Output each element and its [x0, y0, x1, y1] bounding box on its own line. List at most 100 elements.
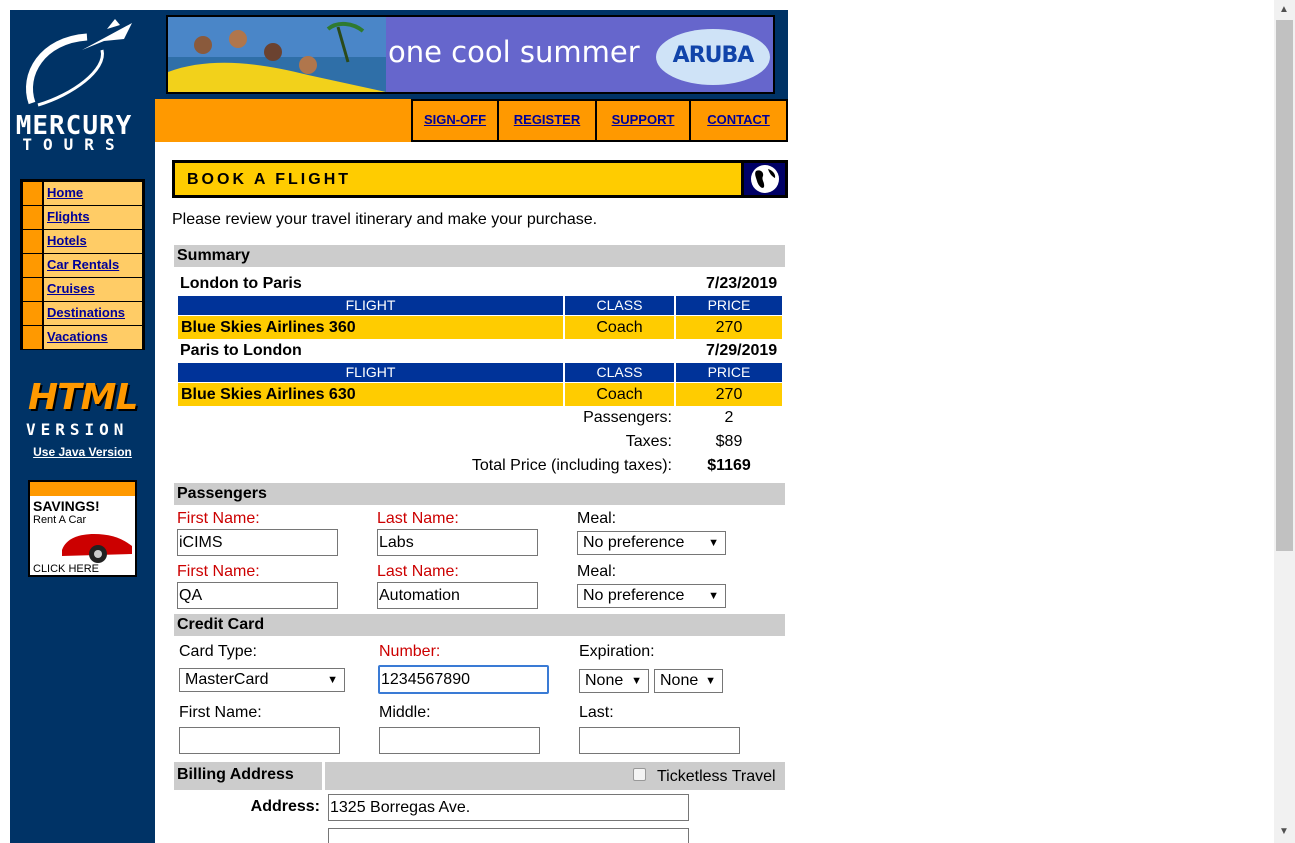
register-link[interactable]: REGISTER [499, 101, 595, 139]
pass2-last-name-label: Last Name: [377, 563, 459, 580]
total-price-label: Total Price (including taxes): [471, 457, 672, 474]
passengers-count-value: 2 [724, 409, 734, 426]
rent-a-car-ad[interactable]: SAVINGS! Rent A Car CLICK HERE [28, 480, 137, 577]
leg2-price: 270 [676, 383, 782, 406]
sidebar-link-hotels[interactable]: Hotels [47, 233, 87, 248]
sidebar-link-home[interactable]: Home [47, 185, 83, 200]
pass2-meal-value: No preference [583, 587, 685, 604]
exp-year-select[interactable]: None ▼ [654, 669, 723, 693]
pass2-first-name-label: First Name: [177, 563, 260, 580]
credit-card-heading: Credit Card [177, 616, 265, 633]
address-line2-input[interactable] [328, 828, 689, 843]
beach-photo-icon [168, 17, 386, 92]
sidebar-nav: Home Flights Hotels Car Rentals Cruises … [20, 179, 145, 350]
taxes-label: Taxes: [625, 433, 672, 450]
plane-swoosh-icon [25, 19, 132, 107]
sidebar-item-cruises: Cruises [23, 278, 142, 301]
sidebar-link-car-rentals[interactable]: Car Rentals [47, 257, 119, 272]
register-button: REGISTER [497, 99, 597, 142]
leg2-flight: Blue Skies Airlines 630 [178, 383, 563, 406]
leg2-class: Coach [565, 383, 674, 406]
card-type-value: MasterCard [185, 671, 269, 688]
cc-first-name-input[interactable] [179, 727, 340, 754]
chevron-down-icon: ▼ [327, 674, 338, 686]
car-icon [62, 534, 132, 563]
exp-month-select[interactable]: None ▼ [579, 669, 649, 693]
signoff-button: SIGN-OFF [411, 99, 499, 142]
html-version-title: HTML [28, 377, 138, 418]
chevron-down-icon: ▼ [708, 590, 719, 602]
pass1-first-name-label: First Name: [177, 510, 260, 527]
sidebar-item-hotels: Hotels [23, 230, 142, 253]
contact-link[interactable]: CONTACT [691, 101, 786, 139]
aruba-logo: ARUBA [656, 29, 770, 85]
use-java-version-link[interactable]: Use Java Version [20, 445, 145, 459]
sidebar-link-cruises[interactable]: Cruises [47, 281, 95, 296]
card-number-input[interactable]: 1234567890 [378, 665, 549, 694]
chevron-down-icon: ▼ [631, 675, 642, 687]
cc-middle-name-input[interactable] [379, 727, 540, 754]
sidebar-link-flights[interactable]: Flights [47, 209, 90, 224]
sidebar-item-car-rentals: Car Rentals [23, 254, 142, 277]
pass1-first-name-input[interactable]: iCIMS [177, 529, 338, 556]
credit-card-header: Credit Card [174, 614, 785, 636]
mercury-tours-logo[interactable]: MERCURY TOURS [12, 15, 132, 155]
leg1-col-price: PRICE [676, 296, 782, 315]
aruba-ad-banner[interactable]: one cool summer ARUBA [166, 15, 775, 94]
leg1-route: London to Paris [180, 275, 302, 292]
sidebar-item-destinations: Destinations [23, 302, 142, 325]
ad-cta: CLICK HERE [33, 563, 100, 575]
pass2-first-name-input[interactable]: QA [177, 582, 338, 609]
scroll-down-icon[interactable]: ▼ [1279, 826, 1289, 837]
ticketless-travel-checkbox[interactable] [633, 768, 646, 781]
pass1-last-name-input[interactable]: Labs [377, 529, 538, 556]
exp-month-value: None [585, 672, 624, 689]
exp-year-value: None [660, 672, 699, 689]
billing-address-header: Billing Address [174, 762, 322, 790]
html-version-badge: HTML VERSION [24, 378, 140, 438]
passengers-heading: Passengers [177, 485, 267, 502]
expiration-label: Expiration: [579, 643, 655, 660]
page-title-bar: BOOK A FLIGHT [172, 160, 788, 198]
scroll-up-icon[interactable]: ▲ [1279, 4, 1289, 15]
globe-icon [741, 160, 788, 198]
passengers-count-label: Passengers: [583, 409, 672, 426]
leg1-price: 270 [676, 316, 782, 339]
summary-heading: Summary [177, 247, 250, 264]
pass1-meal-label: Meal: [577, 510, 617, 527]
leg1-col-class: CLASS [565, 296, 674, 315]
sidebar-link-destinations[interactable]: Destinations [47, 305, 125, 320]
leg1-class: Coach [565, 316, 674, 339]
cc-last-name-label: Last: [579, 704, 614, 721]
logo-line2: TOURS [22, 135, 126, 154]
pass2-last-name-input[interactable]: Automation [377, 582, 538, 609]
sidebar-link-vacations[interactable]: Vacations [47, 329, 108, 344]
html-version-subtitle: VERSION [26, 420, 129, 439]
pass2-meal-label: Meal: [577, 563, 617, 580]
leg2-date: 7/29/2019 [706, 342, 778, 359]
leg2-col-flight: FLIGHT [178, 363, 563, 382]
cc-last-name-input[interactable] [579, 727, 740, 754]
aruba-logo-text: ARUBA [672, 43, 755, 68]
pass1-last-name-label: Last Name: [377, 510, 459, 527]
sidebar-item-home: Home [23, 182, 142, 205]
pass1-meal-select[interactable]: No preference ▼ [577, 531, 726, 555]
total-price-value: $1169 [707, 457, 751, 474]
support-link[interactable]: SUPPORT [597, 101, 689, 139]
address-line1-input[interactable]: 1325 Borregas Ave. [328, 794, 689, 821]
signoff-link[interactable]: SIGN-OFF [413, 101, 497, 139]
pass1-meal-value: No preference [583, 534, 685, 551]
leg1-flight: Blue Skies Airlines 360 [178, 316, 563, 339]
scrollbar-thumb[interactable] [1276, 20, 1293, 551]
pass2-meal-select[interactable]: No preference ▼ [577, 584, 726, 608]
taxes-value: $89 [715, 433, 743, 450]
chevron-down-icon: ▼ [708, 537, 719, 549]
intro-text: Please review your travel itinerary and … [172, 211, 598, 228]
leg2-route: Paris to London [180, 342, 302, 359]
ad-title: SAVINGS! [33, 498, 100, 514]
cc-middle-name-label: Middle: [379, 704, 431, 721]
ticketless-travel-label: Ticketless Travel [657, 768, 776, 785]
card-type-select[interactable]: MasterCard ▼ [179, 668, 345, 692]
card-number-label: Number: [379, 643, 441, 660]
summary-header: Summary [174, 245, 785, 267]
